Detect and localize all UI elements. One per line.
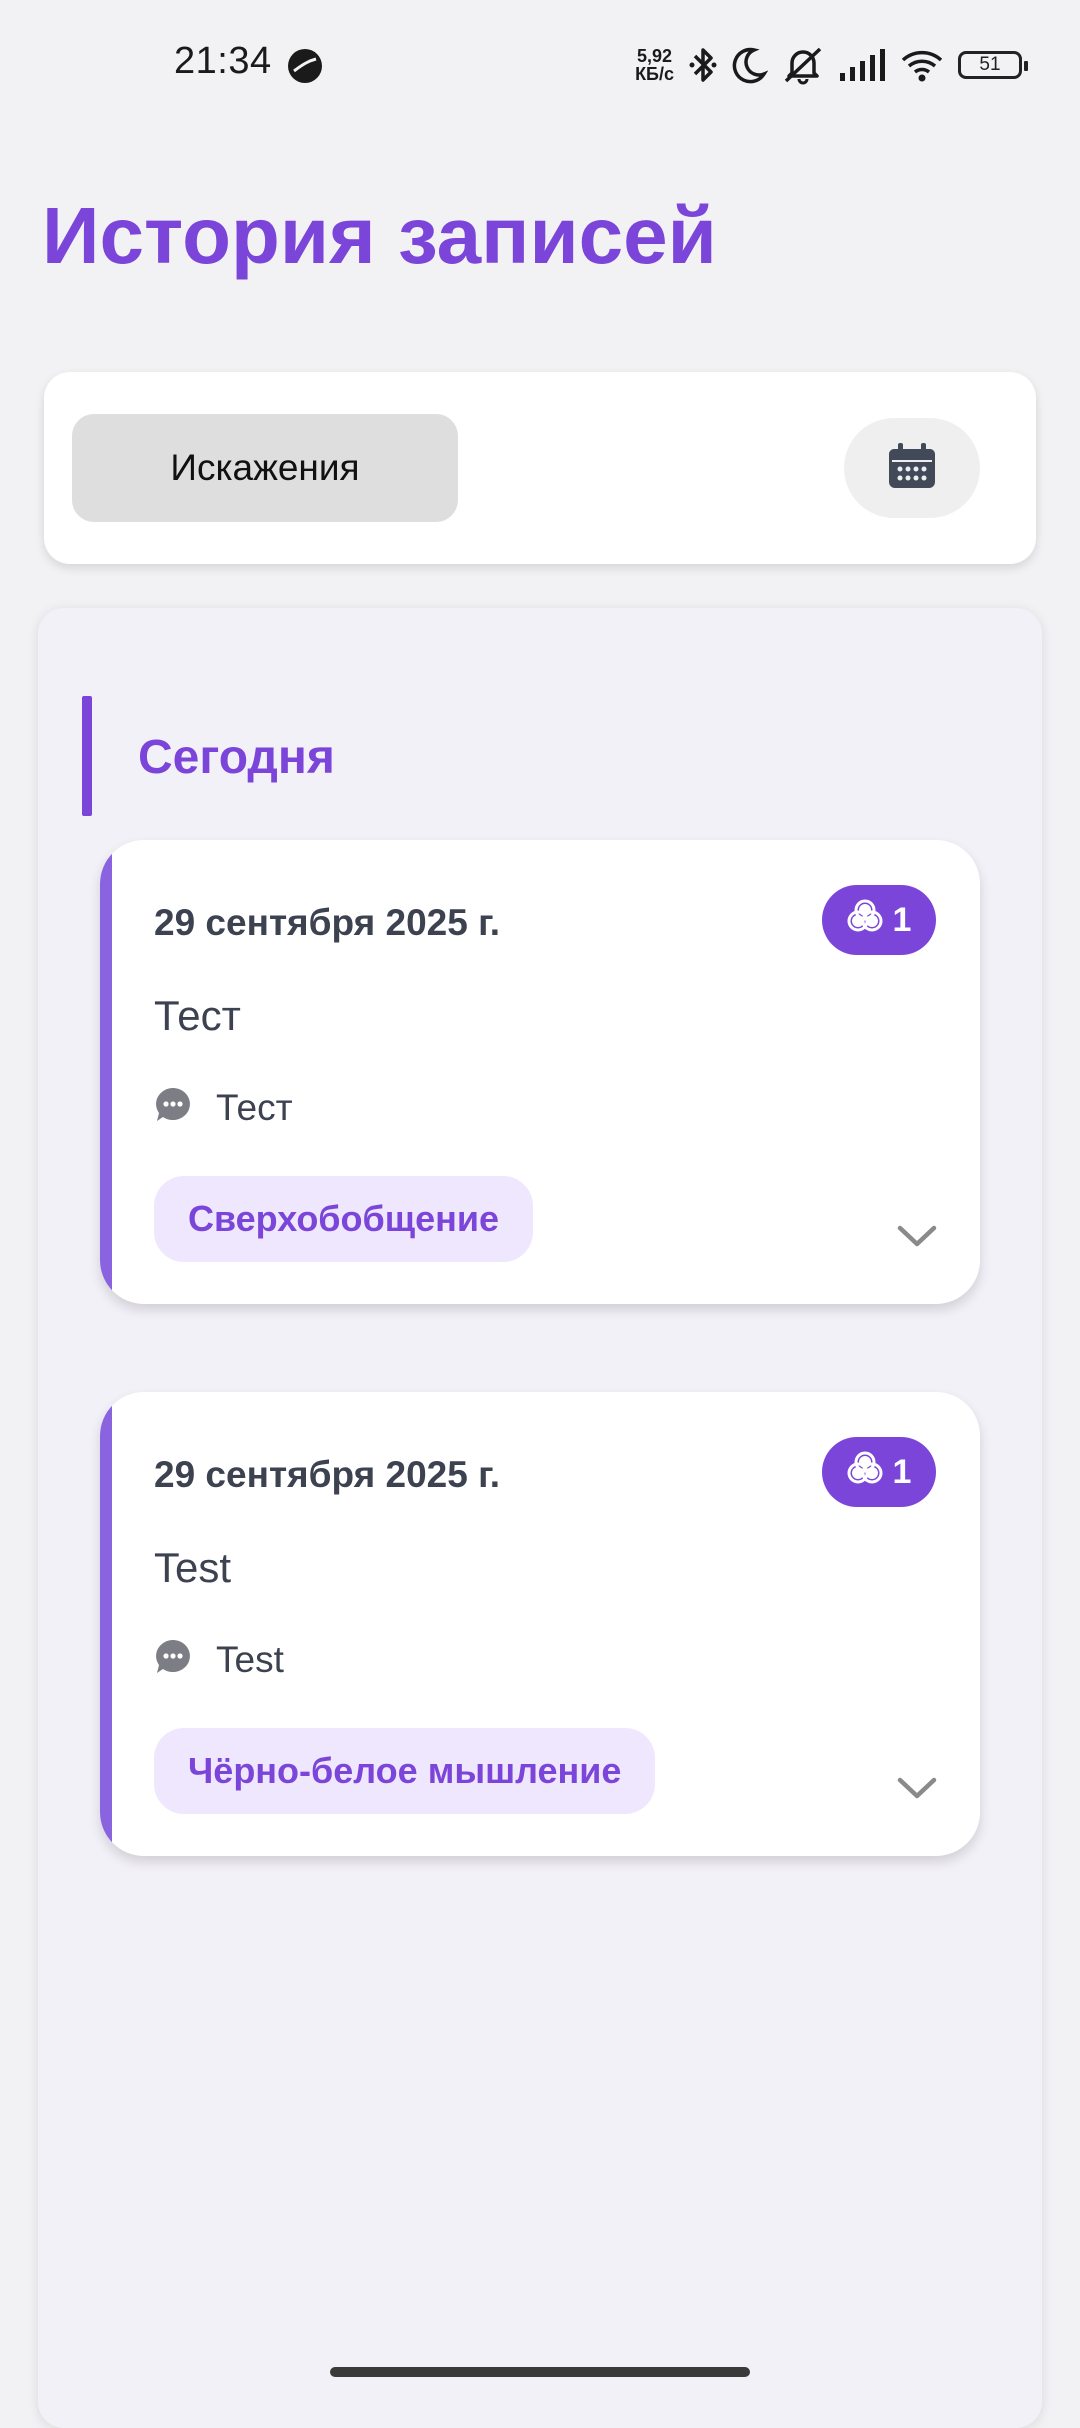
entry-date: 29 сентября 2025 г. [154,1454,501,1495]
net-speed-unit: КБ/с [635,64,674,84]
entry-title: Test [154,1544,232,1591]
calendar-button[interactable] [844,418,980,518]
signal-icon [838,47,886,83]
entry-card[interactable]: 29 сентября 2025 г. 1 Test Test Чёрно-бе… [100,1392,980,1856]
page-title: История записей [42,191,717,280]
distortion-count: 1 [892,1452,912,1491]
section-title-today: Сегодня [138,731,335,784]
distortion-count-badge: 1 [822,885,936,955]
net-speed: 5,92 КБ/с [635,47,674,83]
entry-comment-text: Test [216,1638,284,1680]
section-accent-bar [82,696,92,816]
entry-comment: Test [154,1638,284,1681]
net-speed-value: 5,92 [637,46,673,66]
history-panel: Сегодня 29 сентября 2025 г. 1 Тест Тест … [38,608,1042,2428]
home-indicator[interactable] [330,2367,750,2377]
distortion-tag: Сверхобобщение [154,1176,534,1262]
status-bar: 21:34 5,92 КБ/с 51 [0,0,1080,130]
status-icons: 5,92 КБ/с 51 [635,42,1028,88]
filter-card: Искажения [44,372,1036,564]
bluetooth-icon [688,45,718,85]
focus-mode-icon [286,47,324,85]
entry-card[interactable]: 29 сентября 2025 г. 1 Тест Тест Сверхобо… [100,840,980,1304]
moon-icon [732,45,768,85]
distortion-count-badge: 1 [822,1437,936,1507]
circles-icon [847,899,883,942]
chevron-down-icon[interactable] [896,1222,938,1252]
distortion-tag: Чёрно-белое мышление [154,1728,656,1814]
battery-icon: 51 [958,51,1028,79]
entry-comment: Тест [154,1086,293,1129]
calendar-icon [886,441,938,496]
circles-icon [847,1451,883,1494]
distortion-count: 1 [892,900,912,939]
entry-comment-text: Тест [216,1086,293,1128]
bell-off-icon [782,45,824,85]
comment-icon [154,1638,192,1681]
chevron-down-icon[interactable] [896,1774,938,1804]
entry-date: 29 сентября 2025 г. [154,902,501,943]
comment-icon [154,1086,192,1129]
status-time: 21:34 [174,40,272,82]
distortions-filter-chip[interactable]: Искажения [72,414,458,522]
wifi-icon [900,47,944,83]
entry-title: Тест [154,992,241,1039]
